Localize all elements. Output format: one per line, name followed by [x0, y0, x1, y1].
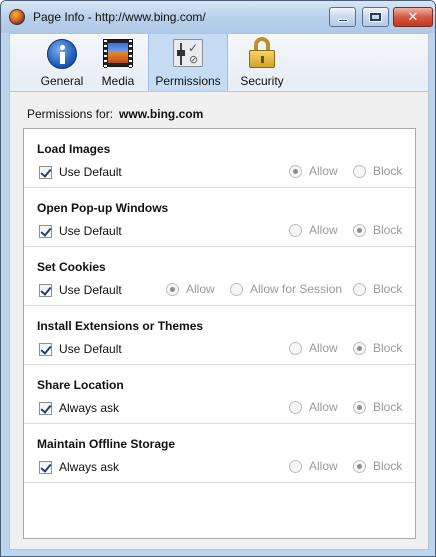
- radio-icon: [353, 282, 366, 296]
- section-title: Open Pop-up Windows: [37, 201, 169, 215]
- radio-label: Block: [373, 341, 403, 355]
- permission-share-location: Share Location Always ask Allow Block: [24, 365, 415, 424]
- tab-general-label: General: [40, 74, 84, 88]
- minimize-icon: [337, 18, 348, 22]
- close-icon: ✕: [407, 9, 419, 25]
- permissions-host: www.bing.com: [119, 107, 204, 121]
- permissions-list[interactable]: Load Images Use Default Allow Block Open…: [23, 128, 416, 539]
- checkbox-label: Use Default: [59, 283, 122, 297]
- section-title: Load Images: [37, 142, 111, 156]
- radio-label: Block: [373, 282, 403, 296]
- allow-radio[interactable]: Allow: [289, 223, 338, 237]
- radio-label: Allow: [309, 223, 338, 237]
- allow-for-session-radio[interactable]: Allow for Session: [230, 282, 342, 296]
- radio-label: Allow: [309, 459, 338, 473]
- section-title: Set Cookies: [37, 260, 106, 274]
- radio-selected-icon: [289, 164, 302, 178]
- tab-media-label: Media: [101, 74, 135, 88]
- permissions-panel: Permissions for: www.bing.com Load Images…: [9, 91, 429, 550]
- radio-label: Allow: [309, 164, 338, 178]
- use-default-checkbox[interactable]: Use Default: [39, 224, 122, 238]
- section-title: Install Extensions or Themes: [37, 319, 204, 333]
- tab-permissions[interactable]: ✓ ⊘ Permissions: [148, 34, 228, 92]
- allow-radio[interactable]: Allow: [289, 341, 338, 355]
- checkbox-label: Always ask: [59, 460, 120, 474]
- allow-radio[interactable]: Allow: [289, 400, 338, 414]
- maximize-button[interactable]: [362, 7, 389, 27]
- permissions-icon: ✓ ⊘: [171, 39, 205, 69]
- checkbox-checked[interactable]: [39, 460, 52, 474]
- tab-toolbar: General Media ✓ ⊘ Permissions Security: [9, 33, 429, 92]
- block-radio[interactable]: Block: [353, 459, 402, 473]
- radio-selected-icon: [353, 223, 366, 237]
- radio-label: Block: [373, 459, 403, 473]
- radio-label: Block: [373, 400, 403, 414]
- always-ask-checkbox[interactable]: Always ask: [39, 401, 119, 415]
- permission-set-cookies: Set Cookies Use Default Allow Allow for …: [24, 247, 415, 306]
- checkbox-checked[interactable]: [39, 165, 52, 179]
- radio-icon: [289, 400, 302, 414]
- radio-label: Block: [373, 164, 403, 178]
- radio-selected-icon: [353, 400, 366, 414]
- checkbox-label: Use Default: [59, 342, 122, 356]
- permission-offline-storage: Maintain Offline Storage Always ask Allo…: [24, 424, 415, 483]
- checkbox-label: Use Default: [59, 224, 122, 238]
- tab-general[interactable]: General: [38, 34, 86, 92]
- section-title: Maintain Offline Storage: [37, 437, 176, 451]
- tab-media[interactable]: Media: [98, 34, 138, 92]
- permissions-for-label: Permissions for:: [27, 107, 114, 121]
- checkbox-checked[interactable]: [39, 342, 52, 356]
- permission-install-extensions: Install Extensions or Themes Use Default…: [24, 306, 415, 365]
- use-default-checkbox[interactable]: Use Default: [39, 283, 122, 297]
- film-icon: [101, 39, 135, 69]
- allow-radio[interactable]: Allow: [289, 164, 338, 178]
- radio-label: Allow for Session: [250, 282, 343, 296]
- window-title: Page Info - http://www.bing.com/: [33, 10, 206, 24]
- padlock-icon: [245, 37, 279, 69]
- checkbox-checked[interactable]: [39, 283, 52, 297]
- permission-popup-windows: Open Pop-up Windows Use Default Allow Bl…: [24, 188, 415, 247]
- tab-security-label: Security: [240, 74, 284, 88]
- section-title: Share Location: [37, 378, 124, 392]
- radio-label: Allow: [309, 341, 338, 355]
- block-radio[interactable]: Block: [353, 341, 402, 355]
- radio-selected-icon: [166, 282, 179, 296]
- title-bar[interactable]: Page Info - http://www.bing.com/ ✕: [1, 1, 435, 33]
- use-default-checkbox[interactable]: Use Default: [39, 165, 122, 179]
- radio-icon: [289, 223, 302, 237]
- checkbox-label: Always ask: [59, 401, 120, 415]
- block-radio[interactable]: Block: [353, 282, 402, 296]
- radio-selected-icon: [353, 459, 366, 473]
- tab-security[interactable]: Security: [234, 34, 290, 92]
- radio-label: Allow: [309, 400, 338, 414]
- block-radio[interactable]: Block: [353, 164, 402, 178]
- info-icon: [45, 39, 79, 69]
- block-radio[interactable]: Block: [353, 223, 402, 237]
- maximize-icon: [369, 12, 382, 22]
- radio-icon: [289, 459, 302, 473]
- allow-radio[interactable]: Allow: [289, 459, 338, 473]
- checkbox-checked[interactable]: [39, 401, 52, 415]
- tab-permissions-label: Permissions: [155, 74, 221, 88]
- page-info-window: Page Info - http://www.bing.com/ ✕ Gener…: [0, 0, 436, 557]
- radio-icon: [289, 341, 302, 355]
- checkbox-label: Use Default: [59, 165, 122, 179]
- radio-label: Block: [373, 223, 403, 237]
- permission-load-images: Load Images Use Default Allow Block: [24, 129, 415, 188]
- allow-radio[interactable]: Allow: [166, 282, 215, 296]
- firefox-icon: [9, 9, 25, 25]
- checkbox-checked[interactable]: [39, 224, 52, 238]
- block-radio[interactable]: Block: [353, 400, 402, 414]
- use-default-checkbox[interactable]: Use Default: [39, 342, 122, 356]
- always-ask-checkbox[interactable]: Always ask: [39, 460, 119, 474]
- permissions-for: Permissions for: www.bing.com: [27, 107, 203, 121]
- radio-selected-icon: [353, 341, 366, 355]
- radio-icon: [353, 164, 366, 178]
- radio-label: Allow: [186, 282, 215, 296]
- minimize-button[interactable]: [329, 7, 356, 27]
- radio-icon: [230, 282, 243, 296]
- close-button[interactable]: ✕: [393, 7, 433, 27]
